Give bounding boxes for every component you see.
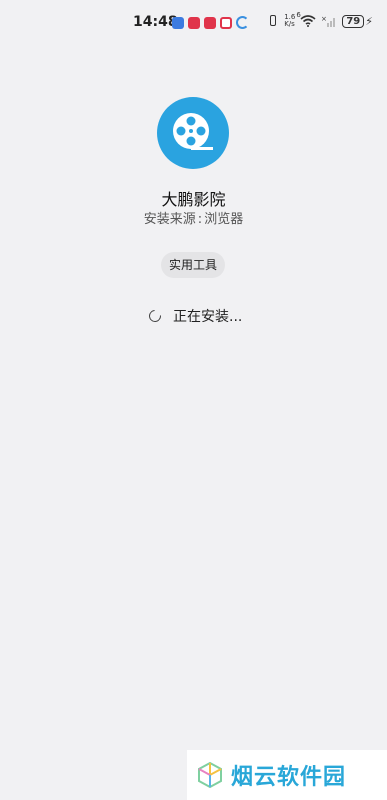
loading-spinner-icon — [146, 307, 164, 325]
install-status-text: 正在安装... — [173, 309, 243, 325]
install-source: 安装来源: 浏览器 — [0, 208, 387, 227]
app-name: 大鹏影院 — [161, 190, 226, 209]
status-time: 14:48 — [133, 14, 178, 30]
notification-app-icon — [188, 16, 200, 29]
film-reel-icon — [173, 113, 213, 150]
battery-indicator: 79 ⚡ — [342, 14, 373, 28]
install-status: 正在安装... — [146, 306, 243, 326]
network-speed-unit: K/s — [284, 20, 295, 28]
cube-logo-icon — [198, 761, 222, 789]
system-icons: 1.6 K/s 6 × 79 ⚡ — [267, 11, 373, 28]
app-icon — [157, 97, 229, 169]
notification-loading-icon — [236, 16, 249, 29]
category-tag: 实用工具 — [161, 252, 226, 278]
notification-icons — [172, 16, 249, 29]
battery-level: 79 — [342, 14, 365, 28]
charging-bolt-icon: ⚡ — [365, 14, 373, 28]
vibrate-icon — [267, 14, 279, 28]
install-source-label: 安装来源 — [143, 212, 196, 227]
install-source-value: 浏览器 — [204, 212, 244, 227]
status-bar: 14:48 1.6 K/s 6 × 79 ⚡ — [0, 0, 387, 44]
notification-app-icon — [220, 16, 232, 29]
svg-text:×: × — [321, 15, 327, 23]
watermark: 烟云软件园 — [187, 750, 387, 800]
wifi-icon: 6 — [296, 11, 316, 27]
notification-app-icon — [204, 16, 216, 29]
wifi-band-label: 6 — [296, 11, 301, 19]
signal-icon: × — [321, 15, 337, 27]
notification-app-icon — [172, 16, 184, 29]
install-source-separator: : — [197, 212, 203, 227]
network-speed: 1.6 K/s — [284, 14, 295, 28]
watermark-text: 烟云软件园 — [231, 765, 347, 790]
